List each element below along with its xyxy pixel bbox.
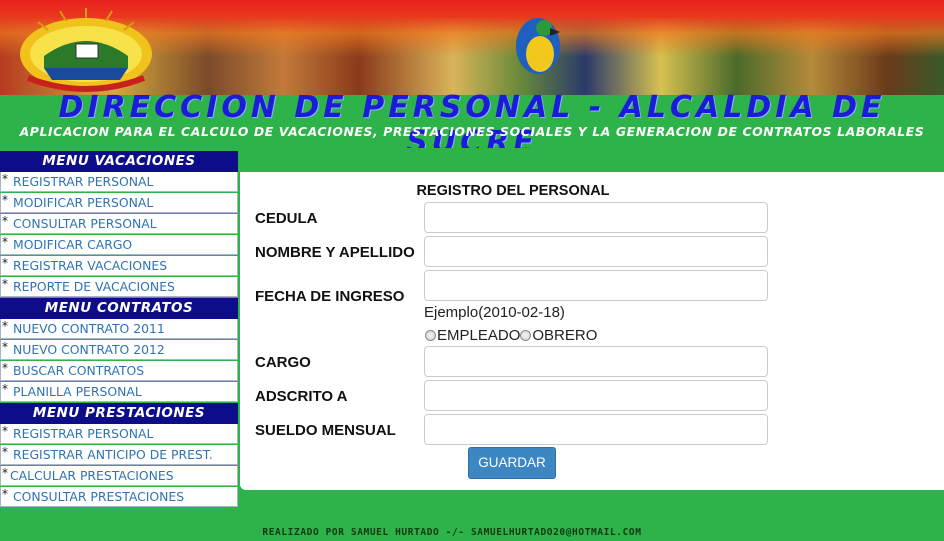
guardar-button[interactable]: GUARDAR bbox=[468, 447, 556, 479]
sidebar-item-nuevo-contrato-2011[interactable]: * NUEVO CONTRATO 2011 bbox=[0, 319, 238, 339]
sidebar-item-registrar-vacaciones[interactable]: * REGISTRAR VACACIONES bbox=[0, 256, 238, 276]
sidebar-item-label: NUEVO CONTRATO 2011 bbox=[13, 321, 165, 336]
sueldo-field[interactable] bbox=[424, 414, 768, 445]
sidebar-item-label: BUSCAR CONTRATOS bbox=[13, 363, 145, 378]
page-subtitle: APLICACION PARA EL CALCULO DE VACACIONES… bbox=[19, 124, 925, 139]
nombre-label: NOMBRE Y APELLIDO bbox=[255, 244, 415, 261]
bullet-icon: * bbox=[2, 277, 8, 291]
sidebar-item-label: REGISTRAR PERSONAL bbox=[13, 174, 154, 189]
bullet-icon: * bbox=[2, 361, 8, 375]
form-title: REGISTRO DEL PERSONAL bbox=[416, 183, 610, 199]
sidebar-item-label: CONSULTAR PRESTACIONES bbox=[13, 489, 185, 504]
sidebar-item-nuevo-contrato-2012[interactable]: * NUEVO CONTRATO 2012 bbox=[0, 340, 238, 360]
sidebar-item-label: PLANILLA PERSONAL bbox=[13, 384, 142, 399]
sidebar-item-buscar-contratos[interactable]: * BUSCAR CONTRATOS bbox=[0, 361, 238, 381]
menu-heading-vacaciones: MENU VACACIONES bbox=[0, 151, 238, 172]
bullet-icon: * bbox=[2, 214, 8, 228]
sidebar-item-consultar-prestaciones[interactable]: * CONSULTAR PRESTACIONES bbox=[0, 487, 238, 507]
empleado-radio[interactable] bbox=[425, 330, 436, 341]
sidebar: MENU VACACIONES * REGISTRAR PERSONAL * MOD… bbox=[0, 151, 238, 508]
empleado-label: EMPLEADO bbox=[437, 327, 521, 344]
sueldo-label: SUELDO MENSUAL bbox=[255, 422, 396, 439]
sidebar-item-label: CALCULAR PRESTACIONES bbox=[10, 468, 174, 483]
sidebar-item-modificar-cargo[interactable]: * MODIFICAR CARGO bbox=[0, 235, 238, 255]
bullet-icon: * bbox=[2, 319, 8, 333]
adscrito-field[interactable] bbox=[424, 380, 768, 411]
sidebar-item-planilla-personal[interactable]: * PLANILLA PERSONAL bbox=[0, 382, 238, 402]
sidebar-item-registrar-anticipo[interactable]: * REGISTRAR ANTICIPO DE PREST. bbox=[0, 445, 238, 465]
obrero-label: OBRERO bbox=[532, 327, 598, 344]
page-title: DIRECCION DE PERSONAL - ALCALDIA DE SUCR… bbox=[58, 90, 886, 148]
sidebar-item-registrar-personal[interactable]: * REGISTRAR PERSONAL bbox=[0, 172, 238, 192]
sidebar-item-label: MODIFICAR PERSONAL bbox=[13, 195, 154, 210]
sidebar-item-label: NUEVO CONTRATO 2012 bbox=[13, 342, 165, 357]
sidebar-item-label: CONSULTAR PERSONAL bbox=[13, 216, 157, 231]
sidebar-item-registrar-personal-prest[interactable]: * REGISTRAR PERSONAL bbox=[0, 424, 238, 444]
sidebar-item-reporte-vacaciones[interactable]: * REPORTE DE VACACIONES bbox=[0, 277, 238, 297]
sidebar-item-label: REGISTRAR VACACIONES bbox=[13, 258, 168, 273]
bullet-icon: * bbox=[2, 424, 8, 438]
sidebar-item-label: MODIFICAR CARGO bbox=[13, 237, 133, 252]
bullet-icon: * bbox=[2, 466, 8, 480]
fecha-label: FECHA DE INGRESO bbox=[255, 288, 405, 305]
bullet-icon: * bbox=[2, 340, 8, 354]
bullet-icon: * bbox=[2, 235, 8, 249]
municipal-seal-icon bbox=[20, 8, 152, 92]
cedula-field[interactable] bbox=[424, 202, 768, 233]
sidebar-item-label: REGISTRAR PERSONAL bbox=[13, 426, 154, 441]
bullet-icon: * bbox=[2, 172, 8, 186]
sidebar-item-label: REPORTE DE VACACIONES bbox=[13, 279, 175, 294]
sidebar-item-label: REGISTRAR ANTICIPO DE PREST. bbox=[13, 447, 213, 462]
menu-heading-prestaciones: MENU PRESTACIONES bbox=[0, 403, 238, 424]
nombre-field[interactable] bbox=[424, 236, 768, 267]
sidebar-item-modificar-personal[interactable]: * MODIFICAR PERSONAL bbox=[0, 193, 238, 213]
bullet-icon: * bbox=[2, 487, 8, 501]
adscrito-label: ADSCRITO A bbox=[255, 388, 348, 405]
macaw-artwork bbox=[516, 18, 560, 74]
cargo-label: CARGO bbox=[255, 354, 311, 371]
footer-credits: REALIZADO POR SAMUEL HURTADO -/- SAMUELH… bbox=[262, 527, 642, 538]
fecha-field[interactable] bbox=[424, 270, 768, 301]
sidebar-item-consultar-personal[interactable]: * CONSULTAR PERSONAL bbox=[0, 214, 238, 234]
header-banner: DIRECCION DE PERSONAL - ALCALDIA DE SUCR… bbox=[0, 0, 944, 148]
bullet-icon: * bbox=[2, 382, 8, 396]
obrero-radio[interactable] bbox=[520, 330, 532, 341]
tipo-radio-group: EMPLEADO OBRERO bbox=[425, 327, 597, 344]
cedula-label: CEDULA bbox=[255, 210, 318, 227]
bullet-icon: * bbox=[2, 445, 8, 459]
cargo-field[interactable] bbox=[424, 346, 768, 377]
bullet-icon: * bbox=[2, 256, 8, 270]
menu-heading-contratos: MENU CONTRATOS bbox=[0, 298, 238, 319]
fecha-hint: Ejemplo(2010-02-18) bbox=[424, 304, 565, 321]
sidebar-item-calcular-prestaciones[interactable]: * CALCULAR PRESTACIONES bbox=[0, 466, 238, 486]
bullet-icon: * bbox=[2, 193, 8, 207]
